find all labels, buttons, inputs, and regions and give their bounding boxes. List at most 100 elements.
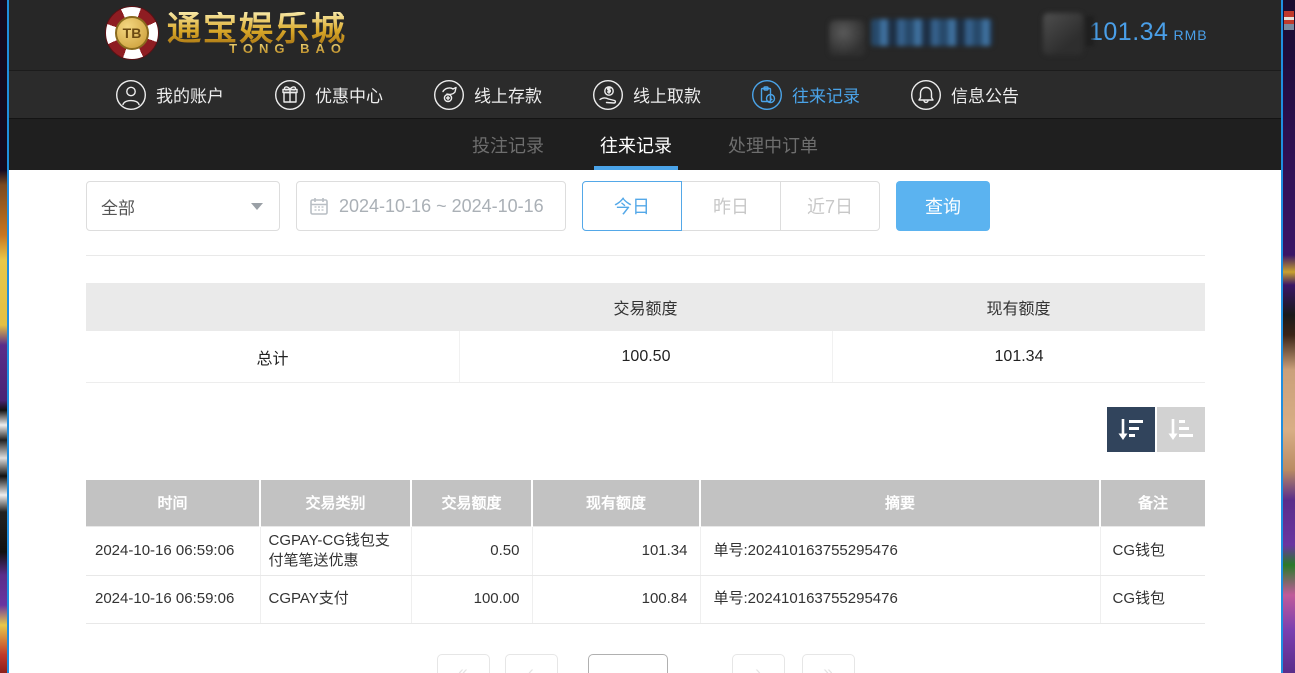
wallet-icon-blurred[interactable]: [1043, 13, 1083, 55]
yesterday-button[interactable]: 昨日: [681, 181, 781, 231]
main-nav: 我的账户 优惠中心 线上存款 线上取款 往来记录: [9, 70, 1281, 119]
user-avatar-blurred[interactable]: [829, 20, 865, 56]
background-art-left: [0, 0, 7, 673]
col-note: 备注: [1100, 480, 1205, 526]
type-select[interactable]: 全部: [86, 181, 280, 231]
summary-total-label: 总计: [86, 331, 459, 382]
tab-label: 处理中订单: [728, 132, 818, 158]
today-button[interactable]: 今日: [582, 181, 682, 231]
summary-header-empty: [86, 283, 459, 331]
cell-type: CGPAY支付: [260, 576, 411, 624]
cell-summary: 单号:202410163755295476: [700, 576, 1100, 624]
tab-transaction-records[interactable]: 往来记录: [594, 119, 678, 170]
cell-note: CG钱包: [1100, 576, 1205, 624]
calendar-icon: [309, 196, 329, 216]
sort-controls: [86, 407, 1205, 452]
background-art-right: [1283, 0, 1295, 673]
last7days-button[interactable]: 近7日: [780, 181, 880, 231]
balance-amount: 101.34: [1089, 18, 1168, 46]
balance-currency: RMB: [1173, 27, 1207, 43]
cell-balance: 101.34: [532, 526, 700, 576]
nav-label: 往来记录: [792, 82, 860, 107]
right-edge-line: [1281, 0, 1283, 673]
cell-amount: 0.50: [411, 526, 532, 576]
gift-icon: [274, 79, 306, 111]
sort-descending-button[interactable]: [1107, 407, 1155, 452]
summary-header-transaction: 交易额度: [459, 283, 832, 331]
cell-type: CGPAY-CG钱包支付笔笔送优惠: [260, 526, 411, 576]
floating-widget-fragment: [1284, 11, 1294, 30]
query-button[interactable]: 查询: [896, 181, 990, 231]
records-header-row: 时间 交易类别 交易额度 现有额度 摘要 备注: [86, 480, 1205, 526]
date-range-value: 2024-10-16 ~ 2024-10-16: [339, 196, 544, 217]
cell-balance: 100.84: [532, 576, 700, 624]
cell-time: 2024-10-16 06:59:06: [86, 576, 260, 624]
summary-header-current: 现有额度: [832, 283, 1205, 331]
sort-ascending-button[interactable]: [1157, 407, 1205, 452]
tab-label: 投注记录: [472, 132, 544, 158]
content: 全部 2024-10-16 ~ 2024-10-16 今日 昨日 近7日 查询 …: [9, 170, 1281, 673]
nav-item-announcements[interactable]: 信息公告: [910, 79, 1019, 111]
tab-betting-records[interactable]: 投注记录: [466, 119, 550, 170]
nav-item-promotions[interactable]: 优惠中心: [274, 79, 383, 111]
cell-amount: 100.00: [411, 576, 532, 624]
deposit-icon: [433, 79, 465, 111]
nav-item-my-account[interactable]: 我的账户: [115, 79, 224, 111]
records-icon: [751, 79, 783, 111]
withdraw-icon: [592, 79, 624, 111]
username-blurred: [871, 19, 993, 46]
nav-label: 线上取款: [633, 82, 701, 107]
page: TB 通宝娱乐城 TONG BAO 101.34 RMB 我的账户: [9, 0, 1281, 673]
summary-header-row: 交易额度 现有额度: [86, 283, 1205, 331]
summary-total-row: 总计 100.50 101.34: [86, 331, 1205, 383]
summary-current-total: 101.34: [832, 331, 1205, 382]
nav-label: 优惠中心: [315, 82, 383, 107]
last-page-button[interactable]: »: [802, 654, 855, 673]
tab-bar: 投注记录 往来记录 处理中订单: [9, 119, 1281, 170]
col-balance: 现有额度: [532, 480, 700, 526]
pagination: « ‹ › »: [86, 654, 1205, 673]
brand-logo[interactable]: TB 通宝娱乐城 TONG BAO: [105, 6, 347, 60]
tab-pending-orders[interactable]: 处理中订单: [722, 119, 824, 170]
nav-item-transaction-records[interactable]: 往来记录: [751, 79, 860, 111]
current-page-box[interactable]: [588, 654, 668, 673]
nav-item-deposit[interactable]: 线上存款: [433, 79, 542, 111]
cell-time: 2024-10-16 06:59:06: [86, 526, 260, 576]
chevron-down-icon: [251, 203, 263, 210]
divider: [86, 255, 1205, 256]
prev-page-button[interactable]: ‹: [505, 654, 558, 673]
top-header: TB 通宝娱乐城 TONG BAO 101.34 RMB: [9, 0, 1281, 70]
filter-row: 全部 2024-10-16 ~ 2024-10-16 今日 昨日 近7日 查询: [86, 181, 1205, 231]
sort-descending-icon: [1116, 416, 1146, 444]
cell-note: CG钱包: [1100, 526, 1205, 576]
date-range-input[interactable]: 2024-10-16 ~ 2024-10-16: [296, 181, 566, 231]
poker-chip-icon: TB: [105, 6, 159, 60]
type-select-value: 全部: [101, 194, 135, 219]
sort-ascending-icon: [1166, 416, 1196, 444]
tab-label: 往来记录: [600, 132, 672, 158]
balance-blur-patch: [1086, 16, 1094, 46]
quick-date-group: 今日 昨日 近7日: [582, 181, 880, 231]
next-page-button[interactable]: ›: [732, 654, 785, 673]
table-row: 2024-10-16 06:59:06 CGPAY-CG钱包支付笔笔送优惠 0.…: [86, 526, 1205, 576]
summary-table: 交易额度 现有额度 总计 100.50 101.34: [86, 283, 1205, 383]
brand-name: 通宝娱乐城 TONG BAO: [167, 12, 347, 55]
col-summary: 摘要: [700, 480, 1100, 526]
first-page-button[interactable]: «: [437, 654, 490, 673]
col-amount: 交易额度: [411, 480, 532, 526]
col-type: 交易类别: [260, 480, 411, 526]
table-row: 2024-10-16 06:59:06 CGPAY支付 100.00 100.8…: [86, 576, 1205, 624]
records-table: 时间 交易类别 交易额度 现有额度 摘要 备注 2024-10-16 06:59…: [86, 480, 1205, 624]
nav-label: 线上存款: [474, 82, 542, 107]
summary-transaction-total: 100.50: [459, 331, 832, 382]
active-tab-underline: [594, 166, 678, 170]
cell-summary: 单号:202410163755295476: [700, 526, 1100, 576]
chip-label: TB: [115, 16, 149, 50]
user-icon: [115, 79, 147, 111]
col-time: 时间: [86, 480, 260, 526]
nav-item-withdraw[interactable]: 线上取款: [592, 79, 701, 111]
nav-label: 我的账户: [156, 82, 224, 107]
account-balance: 101.34 RMB: [1089, 18, 1208, 47]
bell-icon: [910, 79, 942, 111]
nav-label: 信息公告: [951, 82, 1019, 107]
